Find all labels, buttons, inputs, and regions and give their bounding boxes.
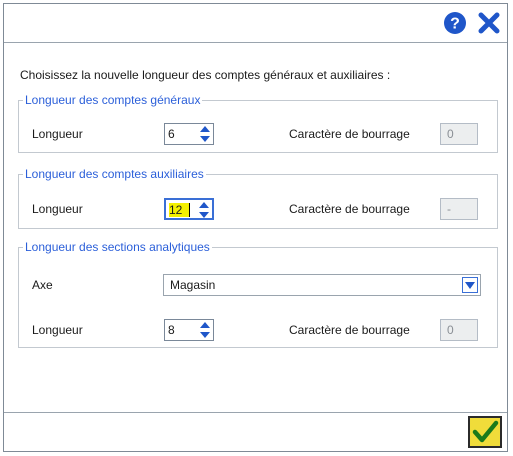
axe-value: Magasin bbox=[170, 278, 216, 292]
help-button[interactable]: ? bbox=[442, 10, 468, 36]
length-spinner[interactable]: 8 bbox=[164, 319, 214, 341]
group-comptes-auxiliaires: Longueur des comptes auxiliaires Longueu… bbox=[18, 167, 498, 229]
group-title: Longueur des sections analytiques bbox=[25, 240, 210, 254]
ok-button[interactable] bbox=[468, 416, 502, 448]
close-button[interactable] bbox=[476, 10, 502, 36]
pad-label: Caractère de bourrage bbox=[289, 323, 410, 337]
chevron-down-icon bbox=[465, 282, 475, 289]
length-value: 6 bbox=[168, 127, 175, 141]
checkmark-icon bbox=[472, 420, 499, 443]
pad-label: Caractère de bourrage bbox=[289, 127, 410, 141]
pad-field: 0 bbox=[440, 319, 478, 341]
pad-label: Caractère de bourrage bbox=[289, 202, 410, 216]
pad-value: - bbox=[447, 202, 451, 216]
spin-arrows-icon[interactable] bbox=[198, 201, 210, 219]
dialog-content: Choisissez la nouvelle longueur des comp… bbox=[4, 43, 507, 413]
length-label: Longueur bbox=[32, 202, 83, 216]
pad-value: 0 bbox=[447, 323, 454, 337]
length-spinner[interactable]: 6 bbox=[164, 123, 214, 145]
spin-arrows-icon[interactable] bbox=[199, 125, 211, 143]
length-value[interactable]: 12 bbox=[169, 203, 191, 217]
group-sections-analytiques: Longueur des sections analytiques Axe Ma… bbox=[18, 240, 498, 348]
pad-field: 0 bbox=[440, 123, 478, 145]
svg-text:?: ? bbox=[450, 16, 460, 33]
length-spinner[interactable]: 12 bbox=[164, 198, 214, 220]
spin-arrows-icon[interactable] bbox=[199, 321, 211, 339]
length-label: Longueur bbox=[32, 127, 83, 141]
dialog: ? Choisissez la nouvelle longueur des co… bbox=[3, 3, 508, 452]
group-comptes-generaux: Longueur des comptes généraux Longueur 6… bbox=[18, 93, 498, 153]
pad-value: 0 bbox=[447, 127, 454, 141]
intro-text: Choisissez la nouvelle longueur des comp… bbox=[20, 68, 391, 82]
length-label: Longueur bbox=[32, 323, 83, 337]
axe-select[interactable]: Magasin bbox=[163, 274, 481, 296]
dropdown-button[interactable] bbox=[462, 277, 478, 293]
axe-label: Axe bbox=[32, 278, 53, 292]
length-value: 8 bbox=[168, 323, 175, 337]
titlebar: ? bbox=[4, 4, 507, 43]
dialog-footer bbox=[4, 413, 507, 451]
close-icon bbox=[478, 12, 500, 34]
pad-field: - bbox=[440, 198, 478, 220]
help-icon: ? bbox=[444, 12, 466, 34]
group-title: Longueur des comptes généraux bbox=[25, 93, 201, 107]
group-title: Longueur des comptes auxiliaires bbox=[25, 167, 204, 181]
